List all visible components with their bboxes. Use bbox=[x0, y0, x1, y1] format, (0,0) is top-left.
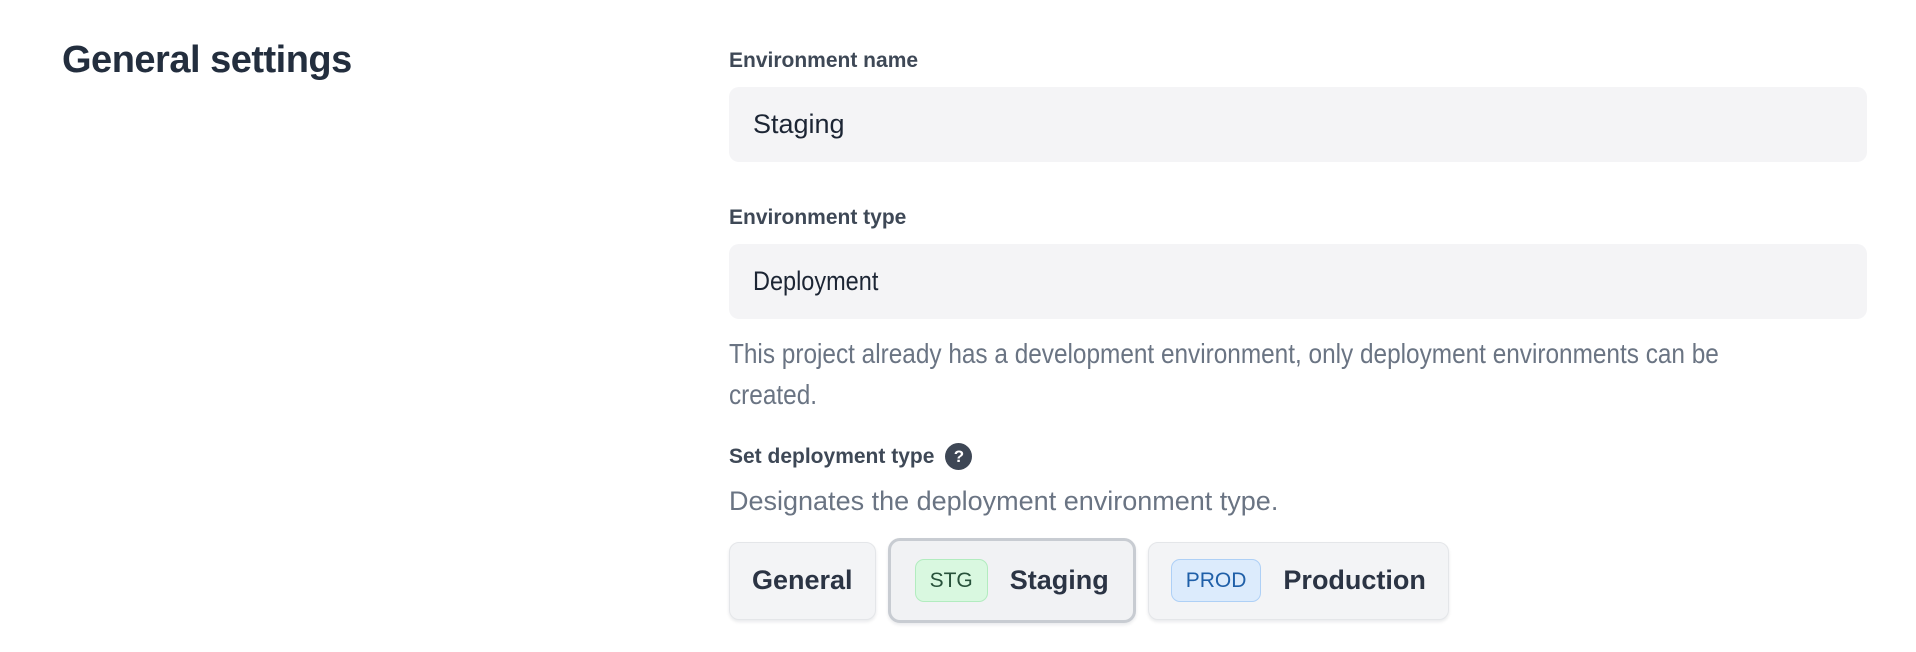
deployment-type-option-general[interactable]: General bbox=[729, 542, 876, 620]
page-title: General settings bbox=[62, 36, 729, 84]
stg-badge: STG bbox=[915, 559, 988, 602]
environment-name-label: Environment name bbox=[729, 48, 1867, 74]
environment-type-input[interactable]: Deployment bbox=[729, 244, 1867, 319]
deployment-type-description: Designates the deployment environment ty… bbox=[729, 486, 1867, 516]
environment-type-field: Environment type Deployment This project… bbox=[729, 205, 1867, 415]
deployment-type-option-staging[interactable]: STG Staging bbox=[888, 538, 1136, 623]
environment-name-field: Environment name Staging bbox=[729, 48, 1867, 162]
environment-type-label: Environment type bbox=[729, 205, 1867, 231]
prod-badge: PROD bbox=[1171, 559, 1262, 602]
help-text-line-2: created. bbox=[729, 374, 817, 415]
deployment-type-field: Set deployment type ? Designates the dep… bbox=[729, 443, 1867, 623]
help-text-line-1: This project already has a development e… bbox=[729, 333, 1719, 374]
staging-option-label: Staging bbox=[1010, 565, 1109, 596]
environment-type-help-text: This project already has a development e… bbox=[729, 333, 1867, 415]
general-settings-page: General settings Environment name Stagin… bbox=[0, 0, 1916, 623]
general-option-label: General bbox=[752, 565, 853, 596]
environment-name-input[interactable]: Staging bbox=[729, 87, 1867, 162]
settings-section-header: General settings bbox=[0, 36, 729, 623]
deployment-type-label-row: Set deployment type ? bbox=[729, 443, 1867, 470]
deployment-type-options: General STG Staging PROD Production bbox=[729, 538, 1867, 623]
deployment-type-option-production[interactable]: PROD Production bbox=[1148, 542, 1449, 620]
set-deployment-type-label: Set deployment type bbox=[729, 444, 934, 470]
environment-settings-form: Environment name Staging Environment typ… bbox=[729, 36, 1867, 623]
question-mark-help-icon[interactable]: ? bbox=[945, 443, 972, 470]
production-option-label: Production bbox=[1283, 565, 1426, 596]
environment-type-value: Deployment bbox=[753, 266, 878, 297]
environment-name-value: Staging bbox=[753, 109, 845, 140]
